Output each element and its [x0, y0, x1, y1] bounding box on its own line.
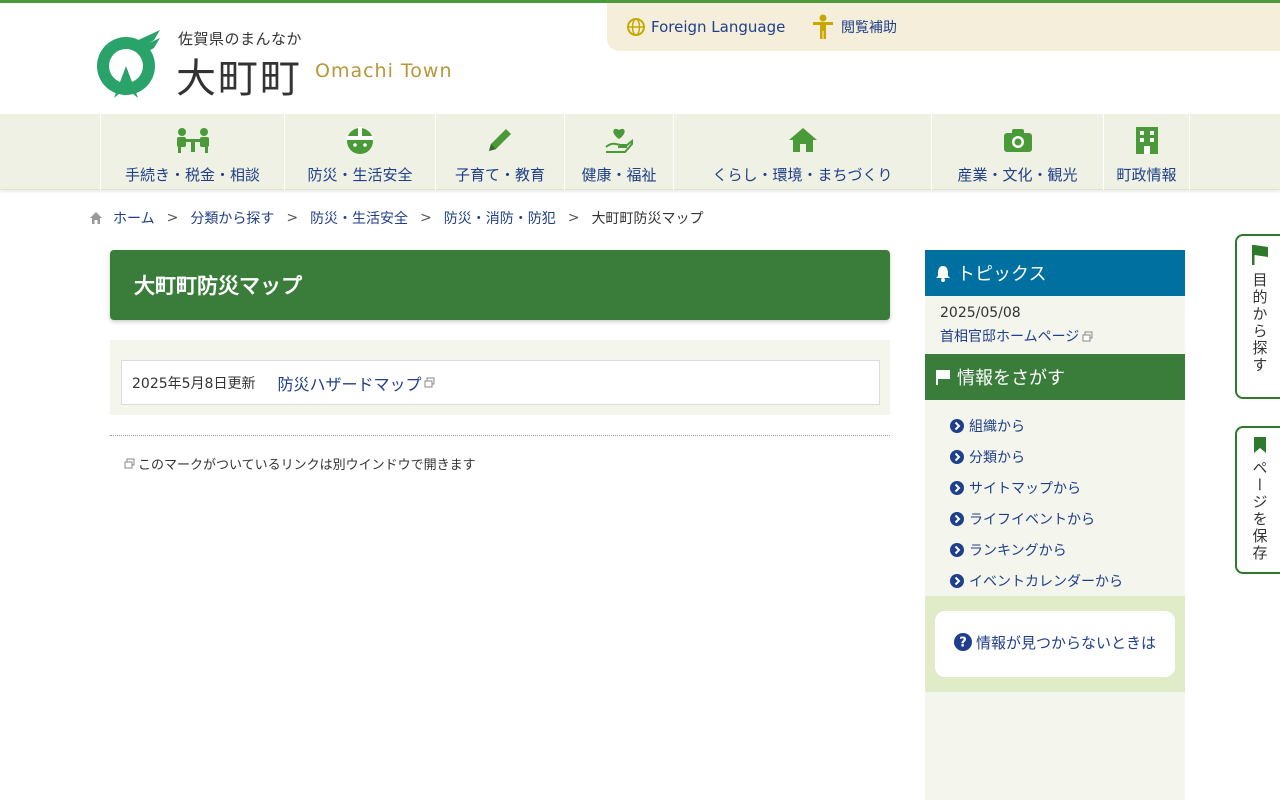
people-table-icon	[176, 128, 209, 153]
heart-hand-icon	[605, 128, 633, 153]
search-item-life-event[interactable]: ライフイベントから	[950, 503, 1123, 534]
external-link-note: このマークがついているリンクは別ウインドウで開きます	[124, 454, 476, 473]
nav-item-government[interactable]: 町政情報	[1103, 114, 1190, 190]
building-icon	[1135, 127, 1158, 154]
nav-item-childcare[interactable]: 子育て・教育	[435, 114, 564, 190]
breadcrumb: ホーム > 分類から探す > 防災・生活安全 > 防災・消防・防犯 > 大町町防…	[89, 208, 704, 228]
foreign-language-link[interactable]: Foreign Language	[627, 3, 785, 51]
external-window-icon	[424, 377, 435, 388]
accessibility-person-icon	[813, 14, 833, 39]
accessibility-link[interactable]: 閲覧補助	[811, 3, 897, 51]
nav-item-disaster[interactable]: 防災・生活安全	[284, 114, 435, 190]
question-circle-icon: ?	[953, 633, 972, 652]
sidebar: トピックス 2025/05/08 首相官邸ホームページ 情報をさがす 組織から …	[925, 250, 1185, 800]
utility-bar: Foreign Language 閲覧補助	[607, 3, 1280, 51]
nav-label: くらし・環境・まちづくり	[712, 166, 893, 184]
breadcrumb-separator: >	[166, 210, 179, 226]
helmet-icon	[347, 127, 373, 154]
global-navigation: 手続き・税金・相談 防災・生活安全 子育て・教育 健康・福祉 くらし・環境・まち…	[0, 114, 1280, 190]
nav-item-living[interactable]: くらし・環境・まちづくり	[673, 114, 931, 190]
search-item-label: 分類から	[969, 449, 1025, 466]
external-link-note-text: このマークがついているリンクは別ウインドウで開きます	[138, 458, 476, 473]
search-item-category[interactable]: 分類から	[950, 441, 1123, 472]
nav-label: 産業・文化・観光	[957, 166, 1078, 184]
hazard-map-link[interactable]: 防災ハザードマップ	[277, 371, 435, 395]
find-by-purpose-label: 目的から探す	[1250, 272, 1269, 374]
breadcrumb-current: 大町町防災マップ	[591, 211, 704, 227]
nav-item-health[interactable]: 健康・福祉	[564, 114, 673, 190]
nav-label: 町政情報	[1116, 166, 1177, 184]
bookmark-icon	[1254, 437, 1266, 453]
pencil-icon	[489, 129, 511, 151]
update-date: 2025年5月8日更新	[132, 375, 256, 392]
topics-link[interactable]: 首相官邸ホームページ	[940, 326, 1093, 346]
nav-item-industry[interactable]: 産業・文化・観光	[931, 114, 1103, 190]
chevron-circle-icon	[950, 511, 964, 526]
nav-label: 健康・福祉	[581, 166, 657, 184]
search-item-label: 組織から	[969, 418, 1025, 435]
accessibility-label: 閲覧補助	[841, 20, 897, 36]
breadcrumb-item[interactable]: 分類から探す	[190, 208, 274, 228]
content-box: 2025年5月8日更新 防災ハザードマップ	[110, 340, 890, 415]
hazard-map-link-label: 防災ハザードマップ	[277, 374, 422, 394]
breadcrumb-item[interactable]: 防災・生活安全	[310, 208, 408, 228]
search-item-sitemap[interactable]: サイトマップから	[950, 472, 1123, 503]
flag-icon	[1252, 245, 1268, 265]
save-page-label: ページを保存	[1250, 460, 1269, 562]
not-found-section: ? 情報が見つからないときは	[925, 596, 1185, 692]
bell-icon	[936, 265, 950, 282]
house-icon	[788, 128, 817, 152]
search-list: 組織から 分類から サイトマップから ライフイベントから ランキングから イベン…	[950, 410, 1123, 596]
flag-icon	[936, 369, 950, 385]
page-title: 大町町防災マップ	[110, 250, 890, 320]
search-heading-label: 情報をさがす	[957, 368, 1065, 389]
search-heading: 情報をさがす	[925, 354, 1185, 400]
topics-date: 2025/05/08	[940, 305, 1021, 321]
chevron-circle-icon	[950, 449, 964, 464]
external-window-icon	[124, 458, 135, 469]
content-divider	[110, 435, 890, 436]
save-page-tab[interactable]: ページを保存	[1235, 426, 1280, 574]
foreign-language-label: Foreign Language	[651, 18, 786, 36]
external-window-icon	[1082, 331, 1093, 341]
nav-item-procedures[interactable]: 手続き・税金・相談	[100, 114, 284, 190]
not-found-button[interactable]: ? 情報が見つからないときは	[935, 611, 1175, 677]
topics-heading: トピックス	[925, 250, 1185, 296]
chevron-circle-icon	[950, 480, 964, 495]
not-found-label: 情報が見つからないときは	[975, 634, 1156, 653]
search-item-organization[interactable]: 組織から	[950, 410, 1123, 441]
chevron-circle-icon	[950, 573, 964, 588]
home-icon	[90, 212, 102, 224]
breadcrumb-item[interactable]: 防災・消防・防犯	[444, 208, 556, 228]
find-by-purpose-tab[interactable]: 目的から探す	[1235, 234, 1280, 399]
search-item-label: イベントカレンダーから	[969, 573, 1123, 590]
breadcrumb-separator: >	[420, 210, 432, 226]
nav-label: 手続き・税金・相談	[124, 166, 260, 184]
camera-icon	[1003, 129, 1032, 152]
content-inner: 2025年5月8日更新 防災ハザードマップ	[121, 360, 880, 405]
town-name-roman: Omachi Town	[315, 60, 453, 82]
svg-text:?: ?	[959, 636, 967, 651]
search-item-ranking[interactable]: ランキングから	[950, 534, 1123, 565]
chevron-circle-icon	[950, 418, 964, 433]
chevron-circle-icon	[950, 542, 964, 557]
town-logo-icon[interactable]	[94, 26, 162, 98]
search-item-event-calendar[interactable]: イベントカレンダーから	[950, 565, 1123, 596]
search-item-label: ランキングから	[969, 542, 1067, 559]
topics-heading-label: トピックス	[957, 264, 1047, 285]
breadcrumb-home[interactable]: ホーム	[113, 208, 155, 228]
topics-link-label: 首相官邸ホームページ	[940, 329, 1080, 345]
breadcrumb-separator: >	[286, 210, 299, 226]
breadcrumb-separator: >	[567, 210, 580, 226]
globe-icon	[627, 18, 645, 36]
nav-label: 子育て・教育	[454, 166, 545, 184]
town-name[interactable]: 大町町	[176, 46, 302, 104]
search-item-label: ライフイベントから	[969, 511, 1095, 528]
search-item-label: サイトマップから	[969, 480, 1081, 497]
nav-label: 防災・生活安全	[307, 166, 413, 184]
